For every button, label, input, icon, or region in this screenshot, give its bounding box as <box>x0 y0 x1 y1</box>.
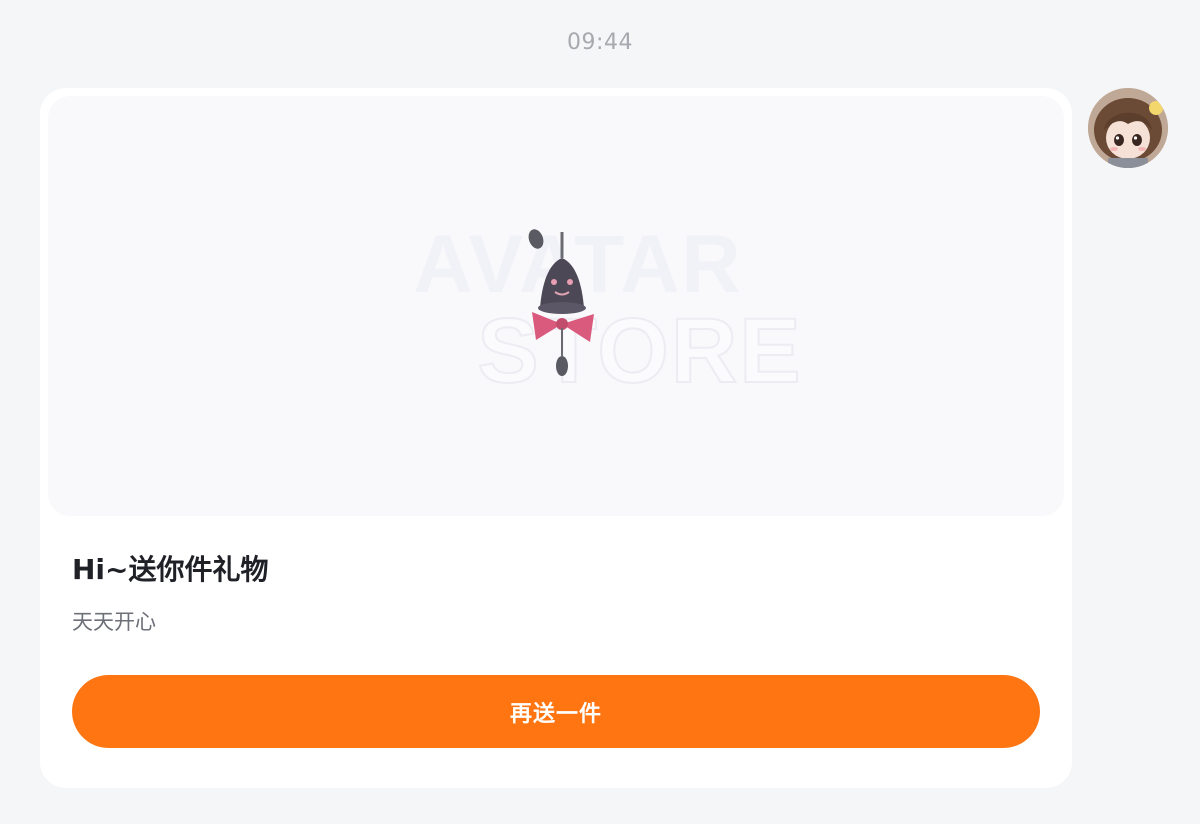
gift-preview-image[interactable]: AVATAR STORE <box>48 96 1064 516</box>
gift-subtitle: 天天开心 <box>72 610 156 634</box>
message-timestamp: 09:44 <box>567 30 633 55</box>
chat-page: 09:44 AVATAR STORE Hi~送你件礼物 天天开心 再送一件 <box>0 0 1200 824</box>
send-another-button[interactable]: 再送一件 <box>72 675 1040 748</box>
gift-message-card[interactable]: AVATAR STORE Hi~送你件礼物 天天开心 再送一件 <box>40 88 1072 788</box>
avatar-doll-icon <box>1088 88 1168 168</box>
bell-charm-icon <box>528 229 594 376</box>
sender-avatar[interactable] <box>1088 88 1168 168</box>
gift-title: Hi~送你件礼物 <box>72 553 269 586</box>
